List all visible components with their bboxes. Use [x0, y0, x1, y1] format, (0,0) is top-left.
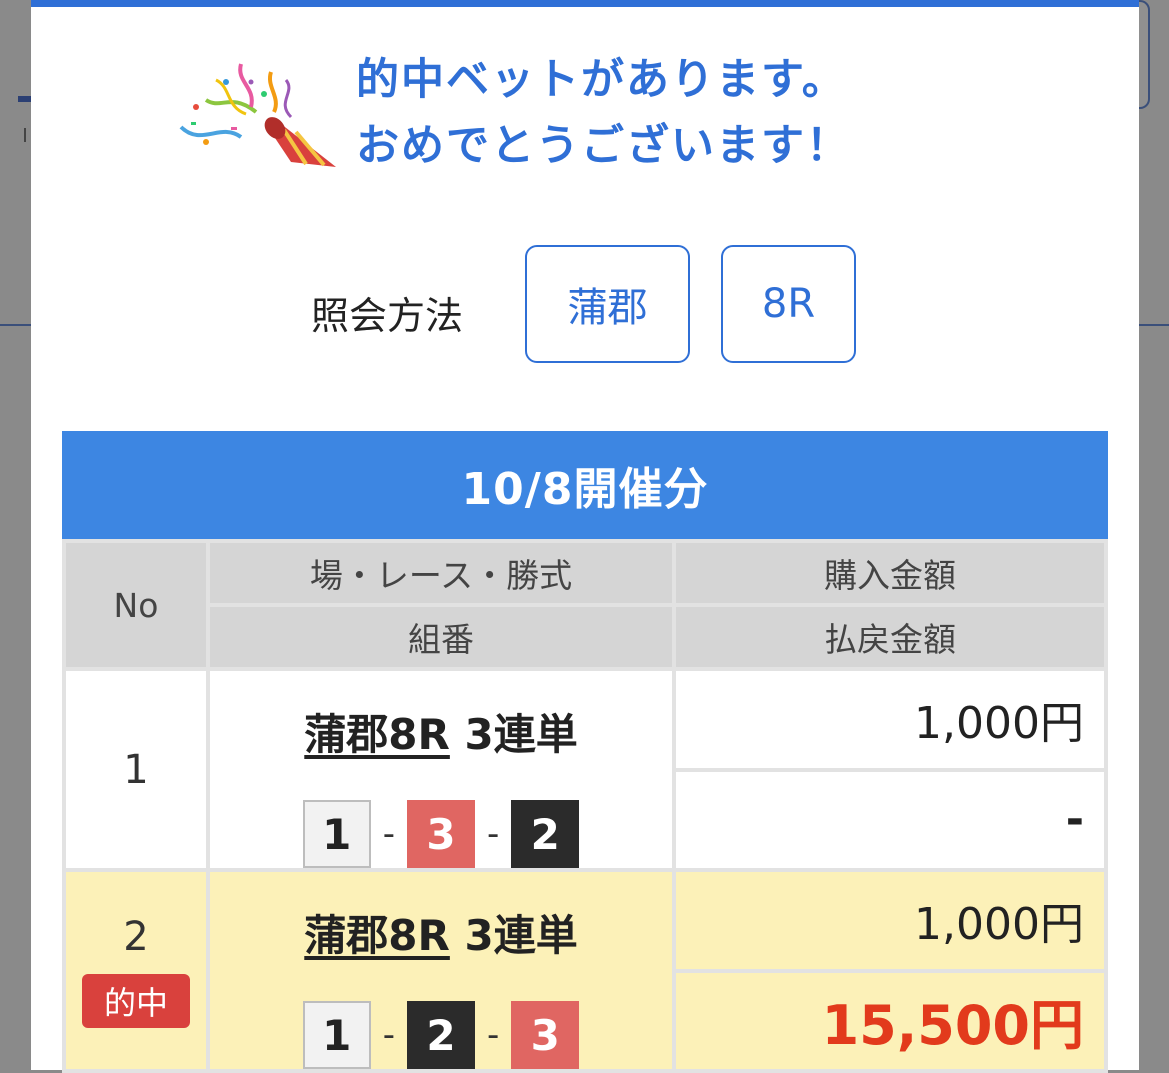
hit-badge: 的中 [81, 973, 190, 1028]
header-payout: 払戻金額 [672, 603, 1108, 671]
race-cell: 蒲郡8R 3連単 1 - 3 - 2 [206, 667, 676, 872]
boat-number: 2 [407, 1001, 475, 1069]
boat-number: 1 [302, 800, 371, 868]
purchase-amount: 1,000円 [672, 868, 1108, 973]
row-number-cell: 2 的中 [62, 868, 210, 1073]
race-link[interactable]: 蒲郡8R [304, 710, 450, 759]
date-header: 10/8開催分 [62, 431, 1108, 539]
header-no: No [62, 539, 210, 671]
table-row: 1 蒲郡8R 3連単 1 - 3 - 2 1,000円 [62, 667, 1108, 872]
headline-line-1: 的中ベットがあります。 [356, 55, 847, 105]
party-popper-icon [179, 63, 336, 167]
row-number: 2 [123, 913, 149, 960]
combination: 1 - 2 - 3 [210, 1001, 672, 1069]
boat-number: 3 [511, 1001, 580, 1069]
boat-number: 2 [511, 800, 580, 868]
payout-value: 15,500円 [821, 994, 1084, 1058]
race-link[interactable]: 蒲郡8R [304, 911, 450, 960]
bet-type: 3連単 [464, 710, 578, 759]
payout-value: - [1065, 794, 1084, 846]
combination: 1 - 3 - 2 [210, 800, 672, 868]
lookup-method-label: 照会方法 [311, 294, 464, 338]
congrats-banner: 的中ベットがあります。 おめでとうございます！ [176, 47, 876, 182]
separator: - [382, 1015, 395, 1055]
table-row: 2 的中 蒲郡8R 3連単 1 - 2 - 3 1,000円 [62, 868, 1108, 1073]
header-purchase: 購入金額 [672, 539, 1108, 607]
purchase-amount: 1,000円 [672, 667, 1108, 772]
venue-button[interactable]: 蒲郡 [525, 245, 690, 363]
payout-amount: 15,500円 [672, 968, 1108, 1073]
win-result-modal: 的中ベットがあります。 おめでとうございます！ 照会方法 蒲郡 8R 10/8開… [31, 0, 1139, 1073]
separator: - [487, 1015, 500, 1055]
boat-number: 1 [302, 1001, 371, 1069]
bet-results-table: No 場・レース・勝式 購入金額 組番 払戻金額 1 蒲郡8R 3連単 1 - … [62, 539, 1108, 1073]
race-button[interactable]: 8R [721, 245, 856, 363]
payout-amount: - [672, 767, 1108, 872]
separator: - [382, 814, 395, 854]
row-number: 1 [62, 667, 210, 872]
boat-number: 3 [407, 800, 475, 868]
congrats-headline: 的中ベットがあります。 おめでとうございます！ [356, 47, 851, 179]
race-cell: 蒲郡8R 3連単 1 - 2 - 3 [206, 868, 676, 1073]
bet-type: 3連単 [464, 911, 578, 960]
background-accent [18, 96, 32, 102]
header-race-type: 場・レース・勝式 [206, 539, 676, 607]
header-combination: 組番 [206, 603, 676, 671]
headline-line-2: おめでとうございます！ [356, 121, 851, 171]
separator: - [487, 814, 500, 854]
